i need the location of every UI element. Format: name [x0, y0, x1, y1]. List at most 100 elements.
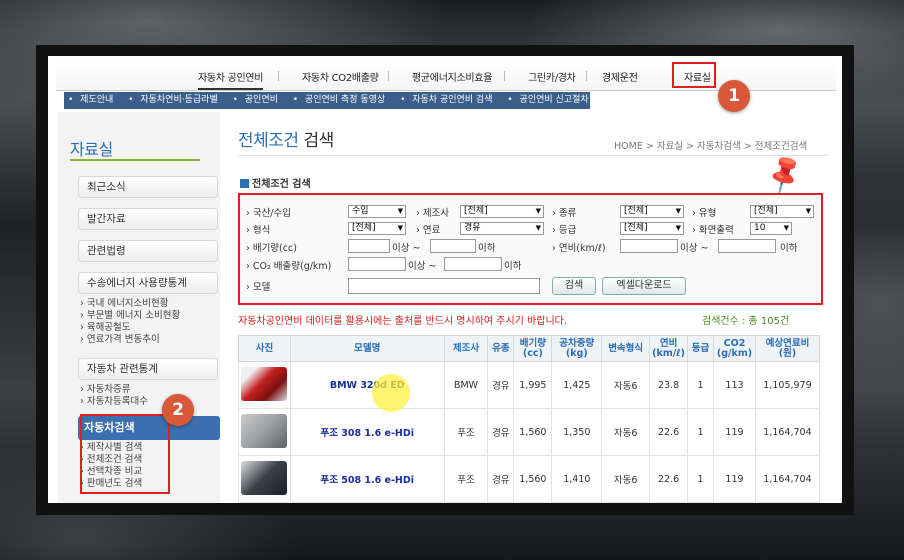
- cell: 1,995: [513, 361, 553, 409]
- search-form: › 국산/수입 수입 › 제조사 [전체] › 종류 [전체] › 유형 [전체…: [238, 193, 823, 305]
- label-co2: › CO₂ 배출량(g/km): [246, 261, 332, 272]
- subnav-item[interactable]: • 제도안내: [68, 95, 117, 105]
- col-weight[interactable]: 공차중량 (kg): [551, 335, 603, 362]
- select-fuel[interactable]: 경유: [460, 222, 544, 235]
- cell: 113: [713, 361, 756, 409]
- sidebar-item-news[interactable]: 최근소식: [78, 176, 218, 198]
- select-form[interactable]: [전체]: [348, 222, 406, 235]
- label-form: › 형식: [246, 225, 271, 236]
- range-below-label: 이하: [780, 243, 798, 254]
- range-above-label: 이상 ~: [408, 261, 437, 272]
- cell: 1,560: [513, 408, 553, 456]
- nav-eco-driving[interactable]: 경제운전: [602, 69, 638, 84]
- col-model[interactable]: 모델명: [289, 335, 445, 362]
- select-type[interactable]: [전체]: [750, 205, 814, 218]
- section-title: 전체조건 검색: [240, 175, 311, 190]
- car-thumbnail-image[interactable]: [241, 366, 288, 401]
- select-maker[interactable]: [전체]: [460, 205, 544, 218]
- subnav-item[interactable]: • 자동차연비·등급라벨: [128, 95, 222, 105]
- nav-separator: [388, 71, 389, 81]
- col-efficiency[interactable]: 연비 (km/ℓ): [649, 335, 689, 362]
- cell: 1: [687, 361, 714, 409]
- search-button[interactable]: 검색: [552, 277, 596, 295]
- nav-greencar[interactable]: 그린카/경차: [528, 69, 576, 84]
- efficiency-max-input[interactable]: [718, 239, 776, 253]
- cell: 1: [687, 455, 714, 503]
- cell: 1,560: [513, 455, 553, 503]
- sidebar-title: 자료실: [70, 140, 113, 159]
- subnav-item[interactable]: • 공인연비 신고절차: [507, 95, 590, 105]
- model-name-link[interactable]: BMW 320d ED: [289, 361, 445, 409]
- usage-notice: 자동차공인연비 데이터를 활용시에는 출처를 반드시 명시하여 주시기 바랍니다…: [238, 316, 568, 327]
- table-row[interactable]: 푸조 308 1.6 e-HDi 푸조 경유 1,560 1,350 자동6 2…: [238, 408, 821, 456]
- cell: 자동6: [601, 361, 651, 409]
- sidebar-item-car-stats[interactable]: 자동차 관련통계: [78, 358, 218, 380]
- subnav-item[interactable]: • 공인연비 측정 동영상: [293, 95, 389, 105]
- car-thumbnail-image[interactable]: [241, 460, 288, 495]
- co2-min-input[interactable]: [348, 257, 406, 271]
- range-above-label: 이상 ~: [392, 243, 421, 254]
- sidebar-item-laws[interactable]: 관련법령: [78, 240, 218, 262]
- cell: 23.8: [649, 361, 689, 409]
- col-displacement[interactable]: 배기량 (cc): [513, 335, 553, 362]
- displacement-max-input[interactable]: [430, 239, 476, 253]
- label-fuel: › 연료: [416, 225, 441, 236]
- col-fuel-cost[interactable]: 예상연료비 (원): [754, 335, 821, 362]
- sidebar-subitem[interactable]: › 자동차등록대수: [80, 396, 148, 408]
- label-kind: › 종류: [552, 208, 577, 219]
- range-below-label: 이하: [504, 261, 522, 272]
- sidebar-sublist-car-stats: › 자동차증류 › 자동차등록대수: [80, 384, 148, 408]
- cell: 경유: [487, 408, 515, 456]
- sidebar-sublist-energy: › 국내 에너지소비현황 › 부문별 에너지 소비현황 › 육해공철도 › 연료…: [80, 298, 180, 346]
- select-origin[interactable]: 수입: [348, 205, 406, 218]
- cell: 119: [713, 455, 756, 503]
- col-fuel[interactable]: 유종: [487, 335, 515, 362]
- sidebar-subitem[interactable]: › 자동차증류: [80, 384, 148, 396]
- excel-download-button[interactable]: 엑셀다운로드: [602, 277, 686, 295]
- co2-max-input[interactable]: [444, 257, 502, 271]
- cell: 1,164,704: [754, 455, 821, 503]
- sidebar-item-energy-stats[interactable]: 수송에너지 사용량통계: [78, 272, 218, 294]
- cell: 푸조: [443, 408, 489, 456]
- title-divider: [238, 155, 828, 156]
- sidebar-item-publications[interactable]: 발간자료: [78, 208, 218, 230]
- step-badge-2: 2: [162, 394, 194, 426]
- car-photo[interactable]: [238, 361, 291, 409]
- select-grade[interactable]: [전체]: [620, 222, 684, 235]
- nav-fuel-economy[interactable]: 자동차 공인연비: [198, 69, 263, 90]
- car-photo[interactable]: [238, 455, 291, 503]
- label-maker: › 제조사: [416, 208, 450, 219]
- range-above-label: 이상 ~: [680, 243, 709, 254]
- model-input[interactable]: [348, 278, 540, 294]
- label-efficiency: › 연비(km/ℓ): [552, 243, 606, 254]
- nav-co2[interactable]: 자동차 CO2배출량: [302, 69, 379, 84]
- subnav-item[interactable]: • 자동차 공인연비 검색: [400, 95, 496, 105]
- col-grade[interactable]: 등급: [687, 335, 714, 362]
- col-transmission[interactable]: 변속형식: [601, 335, 651, 362]
- model-name-link[interactable]: 푸조 308 1.6 e-HDi: [289, 408, 445, 456]
- col-co2[interactable]: CO2 (g/km): [713, 335, 756, 362]
- model-name-link[interactable]: 푸조 508 1.6 e-HDi: [289, 455, 445, 503]
- nav-avg-efficiency[interactable]: 평균에너지소비효율: [412, 69, 492, 84]
- col-maker[interactable]: 제조사: [443, 335, 489, 362]
- top-navigation: 자동차 공인연비 자동차 CO2배출량 평균에너지소비효율 그린카/경차 경제운…: [56, 61, 836, 91]
- label-rows: › 화면출력: [692, 225, 734, 236]
- select-kind[interactable]: [전체]: [620, 205, 684, 218]
- sidebar-subitem[interactable]: › 부문별 에너지 소비현황: [80, 310, 180, 322]
- table-row[interactable]: 푸조 508 1.6 e-HDi 푸조 경유 1,560 1,410 자동6 2…: [238, 455, 821, 503]
- page-title: 전체조건 검색: [238, 131, 334, 151]
- efficiency-min-input[interactable]: [620, 239, 678, 253]
- archive-highlight-box: [672, 62, 716, 88]
- click-highlight-cursor: [372, 374, 410, 412]
- cell: 푸조: [443, 455, 489, 503]
- result-count: 검색건수 : 총 105건: [702, 316, 790, 327]
- displacement-min-input[interactable]: [348, 239, 390, 253]
- sidebar-subitem[interactable]: › 육해공철도: [80, 322, 180, 334]
- subnav-item[interactable]: • 공인연비: [233, 95, 282, 105]
- sidebar-subitem[interactable]: › 국내 에너지소비현황: [80, 298, 180, 310]
- sidebar-subitem[interactable]: › 연료가격 변동추이: [80, 334, 180, 346]
- table-row[interactable]: BMW 320d ED BMW 경유 1,995 1,425 자동6 23.8 …: [238, 361, 821, 409]
- car-photo[interactable]: [238, 408, 291, 456]
- car-thumbnail-image[interactable]: [241, 413, 288, 448]
- select-rows[interactable]: 10: [750, 222, 792, 235]
